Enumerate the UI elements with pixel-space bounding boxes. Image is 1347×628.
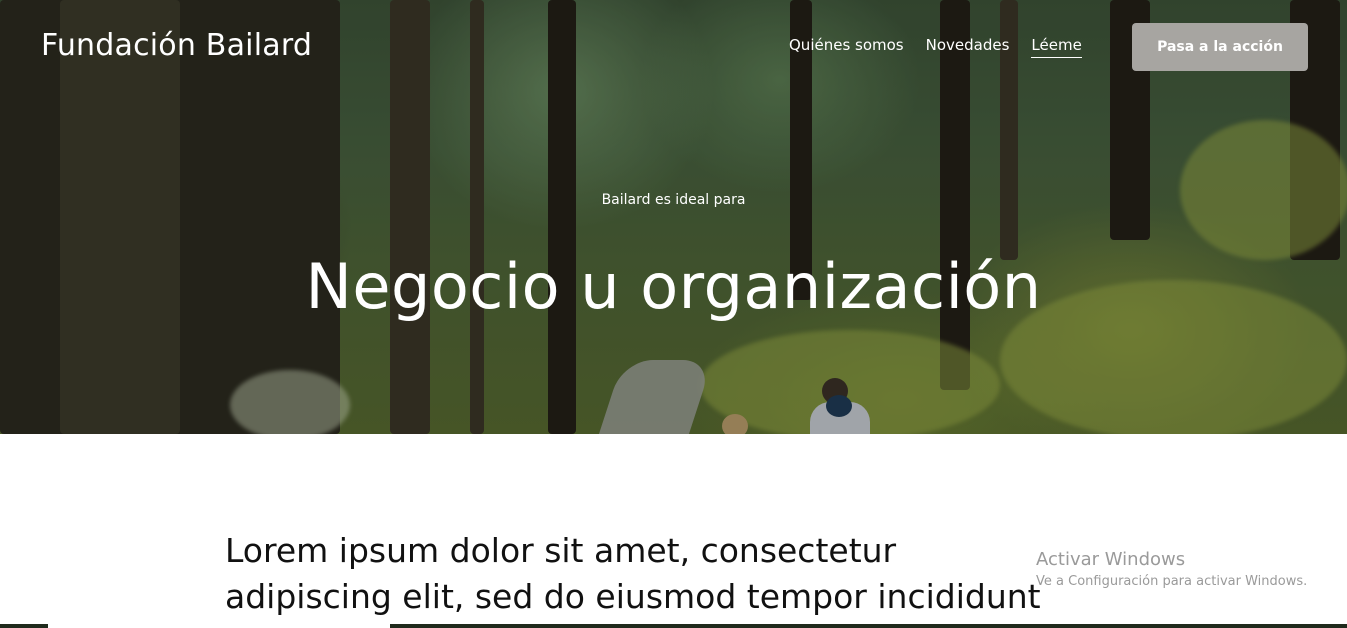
- nav-link-quienes-somos[interactable]: Quiénes somos: [789, 36, 904, 58]
- hero-banner: Fundación Bailard Quiénes somos Novedade…: [0, 0, 1347, 434]
- main-nav: Quiénes somos Novedades Léeme: [789, 36, 1082, 58]
- nav-link-novedades[interactable]: Novedades: [926, 36, 1010, 58]
- hero-title: Negocio u organización: [305, 250, 1042, 323]
- site-brand[interactable]: Fundación Bailard: [41, 28, 312, 63]
- watermark-title: Activar Windows: [1036, 549, 1186, 570]
- intro-line-2: adipiscing elit, sed do eiusmod tempor i…: [225, 577, 1041, 616]
- bottom-strip: [0, 624, 1347, 628]
- hero-kicker: Bailard es ideal para: [601, 192, 746, 208]
- intro-line-1: Lorem ipsum dolor sit amet, consectetur: [225, 531, 897, 570]
- intro-text: Lorem ipsum dolor sit amet, consectetur …: [225, 528, 1125, 620]
- nav-link-leeme[interactable]: Léeme: [1031, 36, 1082, 58]
- take-action-button[interactable]: Pasa a la acción: [1132, 23, 1308, 71]
- watermark-subtitle: Ve a Configuración para activar Windows.: [1036, 574, 1308, 589]
- windows-activation-watermark: Activar Windows Ve a Configuración para …: [1036, 549, 1307, 589]
